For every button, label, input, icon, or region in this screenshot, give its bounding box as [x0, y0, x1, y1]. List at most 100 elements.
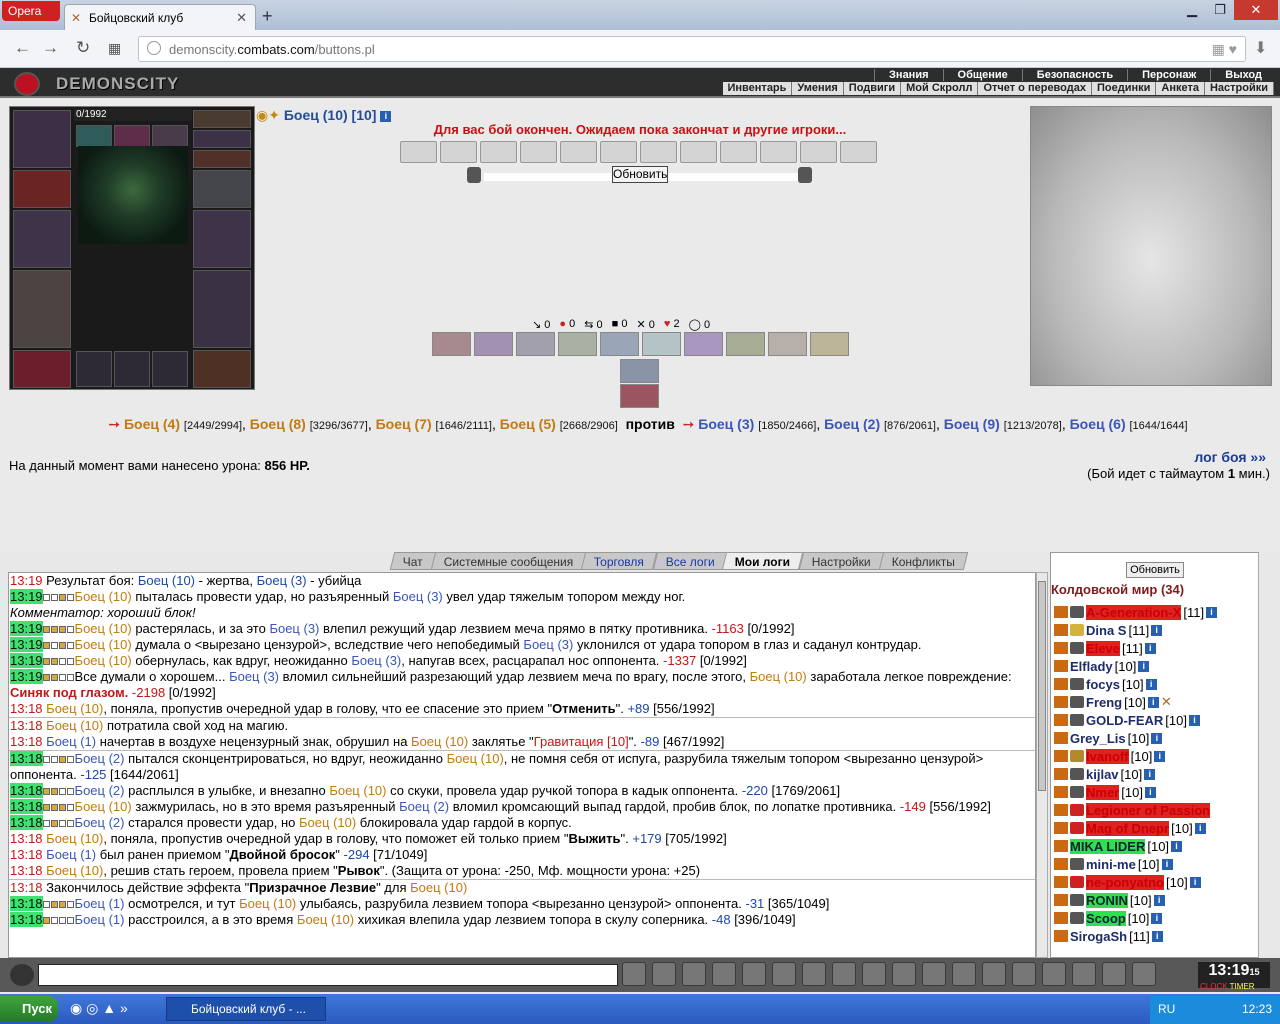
team1-fighter[interactable]: Боец (5)	[500, 416, 556, 432]
private-msg-icon[interactable]	[1054, 714, 1068, 726]
user-entry[interactable]: Dina S [11] i	[1054, 621, 1264, 639]
private-msg-icon[interactable]	[1054, 786, 1068, 798]
user-name[interactable]: MIKA LIDER	[1070, 838, 1146, 854]
chat-input[interactable]	[38, 964, 618, 986]
pet-icon[interactable]	[1072, 962, 1096, 986]
maximize-icon[interactable]: ❐	[1206, 0, 1234, 20]
user-entry[interactable]: MIKA LIDER [10] i	[1054, 837, 1264, 855]
rings-slot[interactable]	[193, 150, 251, 168]
private-msg-icon[interactable]	[1054, 876, 1068, 888]
tab-all-logs[interactable]: Все логи	[652, 552, 728, 570]
empty-slot-1[interactable]	[76, 351, 112, 387]
scroll-slot[interactable]	[520, 141, 557, 163]
download-icon[interactable]: ⬇	[1254, 38, 1267, 58]
private-msg-icon[interactable]	[1054, 660, 1068, 672]
bag-icon[interactable]	[892, 962, 916, 986]
save-icon[interactable]	[712, 962, 736, 986]
close-tab-icon[interactable]: ✕	[236, 10, 247, 26]
start-button[interactable]: Пуск	[0, 996, 58, 1022]
menu-my-scroll[interactable]: Мой Скролл	[901, 82, 979, 95]
window-close-icon[interactable]: ✕	[1234, 0, 1278, 20]
team2-fighter[interactable]: Боец (3)	[698, 416, 754, 432]
tab-my-logs[interactable]: Мои логи	[722, 552, 804, 570]
user-name[interactable]: Dina S	[1086, 623, 1126, 638]
info-icon[interactable]: i	[1151, 930, 1163, 942]
sound-icon[interactable]	[802, 962, 826, 986]
private-msg-icon[interactable]	[1054, 858, 1068, 870]
user-entry[interactable]: Legioner of Passion	[1054, 801, 1264, 819]
user-entry[interactable]: kijlav [10] i	[1054, 765, 1264, 783]
shop-icon[interactable]	[1042, 962, 1066, 986]
scroll-slot[interactable]	[760, 141, 797, 163]
tab-chat[interactable]: Чат	[389, 552, 437, 570]
private-msg-icon[interactable]	[1054, 930, 1068, 942]
menu-security[interactable]: Безопасность	[1021, 69, 1127, 81]
info-icon[interactable]: i	[1151, 624, 1163, 636]
team1-fighter[interactable]: Боец (8)	[250, 416, 306, 432]
chat-mode-icon[interactable]	[10, 964, 34, 986]
scroll-slot[interactable]	[720, 141, 757, 163]
smile-icon[interactable]	[832, 962, 856, 986]
info-icon[interactable]: i	[1144, 786, 1156, 798]
tab-trade[interactable]: Торговля	[581, 552, 658, 570]
scroll-slot[interactable]	[600, 141, 637, 163]
user-entry[interactable]: RONIN [10] i	[1054, 891, 1264, 909]
menu-duels[interactable]: Поединки	[1092, 82, 1157, 95]
bracers-slot[interactable]	[13, 170, 71, 208]
menu-character[interactable]: Персонаж	[1127, 69, 1210, 81]
private-msg-icon[interactable]	[1054, 642, 1068, 654]
private-msg-icon[interactable]	[1054, 732, 1068, 744]
scroll-slot[interactable]	[640, 141, 677, 163]
spell-slot[interactable]	[432, 332, 471, 356]
empty-slot-2[interactable]	[114, 351, 150, 387]
spell-slot[interactable]	[516, 332, 555, 356]
user-entry[interactable]: Nmer [10] i	[1054, 783, 1264, 801]
scroll-slot[interactable]	[680, 141, 717, 163]
info-icon[interactable]: i	[1144, 642, 1156, 654]
user-name[interactable]: mini-me	[1086, 857, 1136, 872]
minimize-icon[interactable]: ▁	[1178, 0, 1206, 20]
address-bar[interactable]: demonscity.combats.com/buttons.pl ▦ ♥	[138, 36, 1246, 62]
user-name[interactable]: SirogaSh	[1070, 929, 1127, 944]
menu-communication[interactable]: Общение	[942, 69, 1022, 81]
userlist-scrollbar[interactable]	[1258, 552, 1270, 958]
team2-fighter[interactable]: Боец (6)	[1070, 416, 1126, 432]
private-msg-icon[interactable]	[1054, 750, 1068, 762]
scroll-slot[interactable]	[560, 141, 597, 163]
boots-slot[interactable]	[193, 350, 251, 388]
user-entry[interactable]: Mag of Dnepr [10] i	[1054, 819, 1264, 837]
private-msg-icon[interactable]	[1054, 822, 1068, 834]
info-icon[interactable]: i	[1147, 696, 1159, 708]
earrings-slot[interactable]	[193, 110, 251, 128]
fighter-icon[interactable]	[742, 962, 766, 986]
opera-menu-button[interactable]: Opera	[2, 1, 60, 21]
info-icon[interactable]: i	[1151, 732, 1163, 744]
info-icon[interactable]: i	[1144, 768, 1156, 780]
user-name[interactable]: Ivanoff	[1086, 748, 1129, 764]
user-name[interactable]: Eleve	[1086, 640, 1120, 656]
userlist-refresh-button[interactable]: Обновить	[1126, 562, 1184, 578]
info-icon[interactable]: i	[1171, 840, 1183, 852]
user-entry[interactable]: Elflady [10] i	[1054, 657, 1264, 675]
scroll-slot[interactable]	[480, 141, 517, 163]
user-entry[interactable]: GOLD-FEAR [10] i	[1054, 711, 1264, 729]
reload-icon[interactable]: ↻	[76, 38, 90, 58]
team2-fighter[interactable]: Боец (2)	[824, 416, 880, 432]
user-entry[interactable]: Eleve [11] i	[1054, 639, 1264, 657]
spell-slot[interactable]	[768, 332, 807, 356]
menu-settings[interactable]: Настройки	[1205, 82, 1274, 95]
spell-slot[interactable]	[558, 332, 597, 356]
menu-knowledge[interactable]: Знания	[874, 69, 942, 81]
spell-slot[interactable]	[810, 332, 849, 356]
send-icon[interactable]	[622, 962, 646, 986]
bookmark-heart-icon[interactable]: ▦ ♥	[1212, 41, 1237, 58]
menu-achievements[interactable]: Подвиги	[844, 82, 902, 95]
speed-dial-icon[interactable]: ▦	[108, 40, 121, 57]
user-entry[interactable]: A-Generation-X [11] i	[1054, 603, 1264, 621]
spell-slot-extra[interactable]	[620, 359, 659, 383]
info-icon[interactable]: i	[1189, 876, 1201, 888]
spell-slot[interactable]	[726, 332, 765, 356]
user-name[interactable]: ne-ponyatno	[1086, 874, 1164, 890]
chat-scrollbar[interactable]	[1036, 572, 1048, 958]
weapon-left-slot[interactable]	[13, 210, 71, 268]
